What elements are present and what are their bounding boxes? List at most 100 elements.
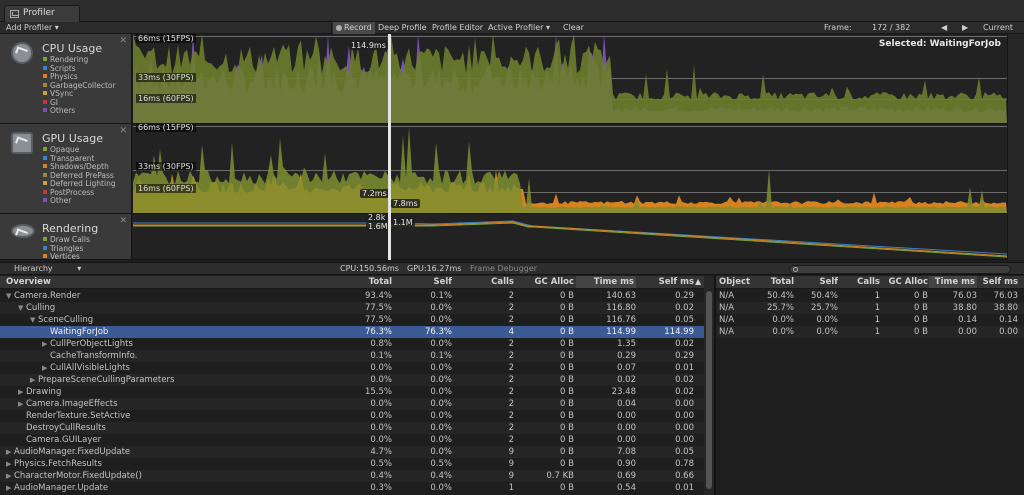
vertices-series <box>133 221 1007 257</box>
column-time-ms[interactable]: Time ms <box>929 276 977 288</box>
table-row[interactable]: WaitingForJob 76.3% 76.3% 4 0 B 114.99 114.99 <box>0 326 704 338</box>
table-row[interactable]: Camera.GUILayer 0.0% 0.0% 2 0 B 0.00 0.00 <box>0 434 704 446</box>
table-row[interactable]: ▼ SceneCulling 77.5% 0.0% 2 0 B 116.76 0.05 <box>0 314 704 326</box>
rendering-graph[interactable]: 2.8k 1.6M 1.1M <box>133 214 1007 260</box>
object-row[interactable]: N/A 25.7% 25.7% 1 0 B 38.80 38.80 <box>716 302 1024 314</box>
row-name: ▼ Culling <box>18 302 55 314</box>
cell-object: N/A <box>719 303 735 313</box>
cell-self: 0.0% <box>430 447 452 457</box>
column-calls[interactable]: Calls <box>850 277 880 287</box>
add-profiler-dropdown[interactable]: Add Profiler ▾ <box>6 22 59 34</box>
row-label: Camera.GUILayer <box>26 435 102 445</box>
collapsed-arrow-icon[interactable]: ▶ <box>6 446 14 458</box>
collapsed-arrow-icon[interactable]: ▶ <box>42 362 50 374</box>
line-label-66ms: 66ms (15FPS) <box>136 124 196 132</box>
cell-gc: 0 B <box>560 363 574 373</box>
cell-calls: 2 <box>508 435 514 445</box>
cell-time: 23.48 <box>611 387 636 397</box>
record-button[interactable]: Record <box>333 22 375 34</box>
rendering-area-label[interactable]: Rendering Draw Calls Triangles Vertices ✕ <box>0 214 132 262</box>
current-frame-button[interactable]: Current <box>983 22 1013 34</box>
column-self[interactable]: Self <box>810 277 839 287</box>
table-row[interactable]: ▶ CullAllVisibleLights 0.0% 0.0% 2 0 B 0.07 0.0… <box>0 362 704 374</box>
view-dropdown[interactable]: Hierarchy ▾ <box>14 263 81 275</box>
legend-swatch <box>43 254 47 258</box>
column-object[interactable]: Object <box>719 277 750 287</box>
table-row[interactable]: CacheTransformInfo. 0.1% 0.1% 2 0 B 0.29 0.29 <box>0 350 704 362</box>
column-total[interactable]: Total <box>762 277 794 287</box>
frame-cursor[interactable] <box>388 34 391 260</box>
column-gc-alloc[interactable]: GC Alloc <box>528 277 574 287</box>
cpu-icon <box>11 42 33 64</box>
table-row[interactable]: ▼ Camera.Render 93.4% 0.1% 2 0 B 140.63 0.29 <box>0 290 704 302</box>
chevron-down-icon: ▾ <box>546 23 551 32</box>
column-total[interactable]: Total <box>360 277 392 287</box>
table-row[interactable]: ▶ Physics.FetchResults 0.5% 0.5% 9 0 B 0.90 0.7… <box>0 458 704 470</box>
gpu-usage-area-label[interactable]: GPU Usage Opaque Transparent Shadows/Depth… <box>0 124 132 214</box>
table-row[interactable]: DestroyCullResults 0.0% 0.0% 2 0 B 0.00 0.00 <box>0 422 704 434</box>
object-row[interactable]: N/A 0.0% 0.0% 1 0 B 0.14 0.14 <box>716 314 1024 326</box>
cell-total: 0.0% <box>772 327 794 337</box>
collapsed-arrow-icon[interactable]: ▶ <box>30 374 38 386</box>
table-row[interactable]: ▼ Culling 77.5% 0.0% 2 0 B 116.80 0.02 <box>0 302 704 314</box>
gpu-marker-left: 7.2ms <box>360 189 389 198</box>
column-self-ms[interactable]: Self ms <box>978 277 1018 287</box>
table-row[interactable]: ▶ Drawing 15.5% 0.0% 2 0 B 23.48 0.02 <box>0 386 704 398</box>
expanded-arrow-icon[interactable]: ▼ <box>30 314 38 326</box>
previous-frame-icon[interactable]: ◀ <box>941 22 947 34</box>
cpu-usage-area-label[interactable]: CPU Usage Rendering Scripts Physics Garbage… <box>0 34 132 124</box>
table-row[interactable]: ▶ Camera.ImageEffects 0.0% 0.0% 2 0 B 0.04 0.00 <box>0 398 704 410</box>
legend-item[interactable]: Others <box>43 106 116 116</box>
deep-profile-button[interactable]: Deep Profile <box>378 22 427 34</box>
expanded-arrow-icon[interactable]: ▼ <box>18 302 26 314</box>
table-row[interactable]: ▶ AudioManager.FixedUpdate 4.7% 0.0% 9 0 B 7.0… <box>0 446 704 458</box>
row-name: ▶ PrepareSceneCullingParameters <box>30 374 174 386</box>
column-time-ms[interactable]: Time ms <box>576 276 636 288</box>
cell-self: 0.0% <box>430 303 452 313</box>
search-input[interactable] <box>789 265 1011 274</box>
next-frame-icon[interactable]: ▶ <box>962 22 968 34</box>
graph-scrollbar[interactable] <box>1007 34 1024 260</box>
close-icon[interactable]: ✕ <box>119 216 127 226</box>
cell-selfms: 0.02 <box>675 303 694 313</box>
overview-scrollbar-thumb[interactable] <box>706 291 712 489</box>
tab-profiler[interactable]: Profiler <box>4 5 80 22</box>
column-self-ms[interactable]: Self ms <box>644 277 694 287</box>
table-row[interactable]: ▶ CullPerObjectLights 0.8% 0.0% 2 0 B 1.35 0.02 <box>0 338 704 350</box>
column-self[interactable]: Self <box>420 277 453 287</box>
cell-total: 0.8% <box>370 339 392 349</box>
clear-button[interactable]: Clear <box>563 22 584 34</box>
collapsed-arrow-icon[interactable]: ▶ <box>6 482 14 494</box>
frame-debugger-button[interactable]: Frame Debugger <box>470 263 537 275</box>
active-profiler-dropdown[interactable]: Active Profiler ▾ <box>488 22 550 34</box>
cell-calls: 4 <box>508 327 514 337</box>
cpu-usage-graph[interactable]: 66ms (15FPS) 33ms (30FPS) 16ms (60FPS) S… <box>133 34 1007 124</box>
legend-item[interactable]: Vertices <box>43 252 90 262</box>
collapsed-arrow-icon[interactable]: ▶ <box>6 470 14 482</box>
column-overview[interactable]: Overview <box>6 277 51 287</box>
table-row[interactable]: ▶ CharacterMotor.FixedUpdate() 0.4% 0.4% 9 0.… <box>0 470 704 482</box>
table-row[interactable]: ▶ PrepareSceneCullingParameters 0.0% 0.0% 2 0… <box>0 374 704 386</box>
table-row[interactable]: ▶ AudioManager.Update 0.3% 0.0% 1 0 B 0.54 0.01 <box>0 482 704 494</box>
close-icon[interactable]: ✕ <box>119 126 127 136</box>
table-row[interactable]: RenderTexture.SetActive 0.0% 0.0% 2 0 B 0.00 0… <box>0 410 704 422</box>
collapsed-arrow-icon[interactable]: ▶ <box>18 398 26 410</box>
cell-self: 50.4% <box>810 291 838 301</box>
cell-calls: 9 <box>508 459 514 469</box>
close-icon[interactable]: ✕ <box>119 36 127 46</box>
row-name: ▶ Camera.ImageEffects <box>18 398 118 410</box>
line-label-33ms: 33ms (30FPS) <box>136 162 196 171</box>
legend-item[interactable]: Other <box>43 196 116 206</box>
profile-editor-button[interactable]: Profile Editor <box>432 22 483 34</box>
selected-sample-label: Selected: WaitingForJob <box>878 39 1001 49</box>
collapsed-arrow-icon[interactable]: ▶ <box>18 386 26 398</box>
collapsed-arrow-icon[interactable]: ▶ <box>42 338 50 350</box>
column-gc-alloc[interactable]: GC Alloc <box>884 277 928 287</box>
collapsed-arrow-icon[interactable]: ▶ <box>6 458 14 470</box>
object-row[interactable]: N/A 50.4% 50.4% 1 0 B 76.03 76.03 <box>716 290 1024 302</box>
expanded-arrow-icon[interactable]: ▼ <box>6 290 14 302</box>
row-name: ▼ SceneCulling <box>30 314 93 326</box>
object-row[interactable]: N/A 0.0% 0.0% 1 0 B 0.00 0.00 <box>716 326 1024 338</box>
gpu-usage-graph[interactable]: 66ms (15FPS) 33ms (30FPS) 16ms (60FPS) 7… <box>133 124 1007 214</box>
column-calls[interactable]: Calls <box>484 277 514 287</box>
